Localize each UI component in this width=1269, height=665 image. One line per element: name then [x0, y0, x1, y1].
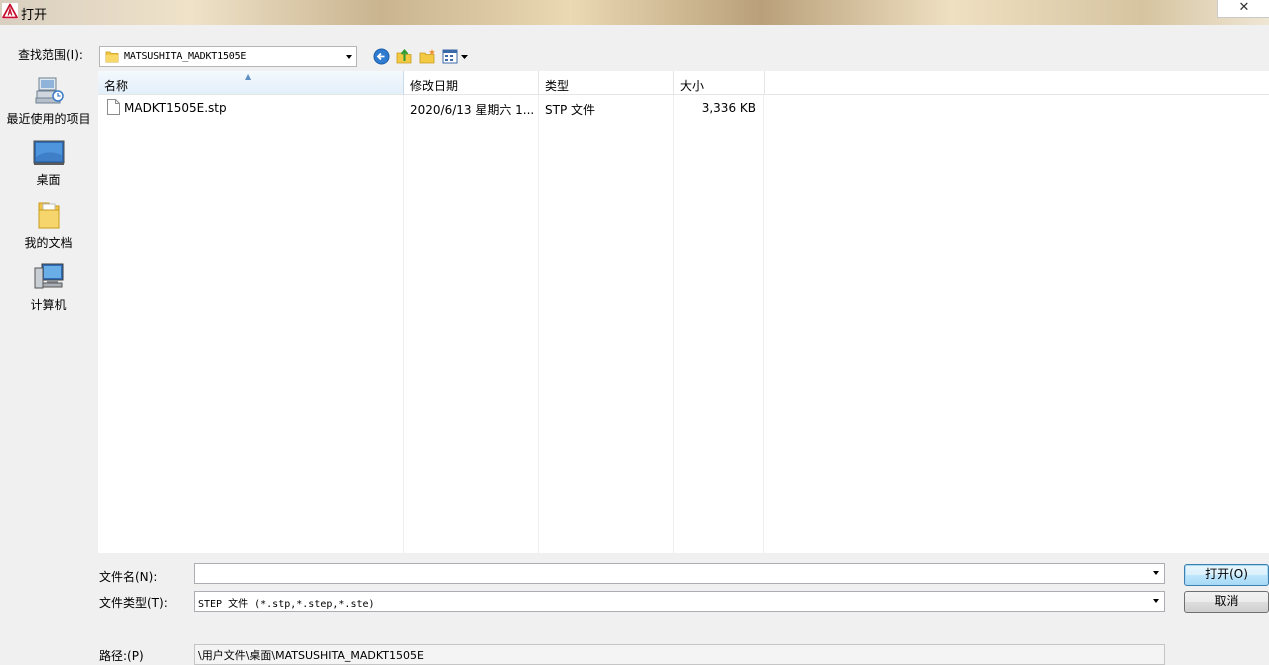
look-in-value: MATSUSHITA_MADKT1505E	[124, 51, 247, 62]
open-button[interactable]: 打开(O)	[1184, 564, 1269, 586]
window-title: 打开	[21, 8, 48, 23]
cancel-button-label: 取消	[1214, 594, 1239, 608]
filename-input[interactable]	[194, 563, 1165, 584]
place-desktop-label: 桌面	[36, 173, 61, 187]
column-header-name[interactable]: 名称 ▲	[98, 71, 404, 95]
look-in-dropdown[interactable]: MATSUSHITA_MADKT1505E	[99, 46, 357, 67]
column-type-label: 类型	[545, 79, 570, 93]
filetype-dropdown[interactable]: STEP 文件 (*.stp,*.step,*.ste)	[194, 591, 1165, 612]
path-value: \用户文件\桌面\MATSUSHITA_MADKT1505E	[198, 649, 424, 662]
desktop-icon	[33, 140, 64, 165]
column-size-label: 大小	[680, 79, 705, 93]
file-name[interactable]: MADKT1505E.stp	[124, 101, 227, 115]
filetype-value: STEP 文件 (*.stp,*.step,*.ste)	[198, 599, 375, 610]
close-icon: ✕	[1238, 0, 1250, 15]
column-divider	[403, 95, 404, 553]
app-warning-icon	[2, 3, 18, 19]
close-button[interactable]: ✕	[1217, 0, 1269, 18]
place-documents[interactable]: 我的文档	[0, 200, 97, 251]
look-in-label: 查找范围(I):	[18, 48, 83, 62]
recent-items-icon	[35, 77, 64, 104]
path-label: 路径:(P)	[99, 649, 144, 663]
filename-label: 文件名(N):	[99, 570, 158, 584]
view-menu-icon[interactable]	[442, 48, 470, 65]
column-header-type[interactable]: 类型	[539, 71, 674, 95]
place-computer[interactable]: 计算机	[0, 262, 97, 313]
file-type: STP 文件	[545, 103, 595, 117]
open-button-label: 打开(O)	[1205, 567, 1248, 581]
column-divider	[673, 95, 674, 553]
column-modified-label: 修改日期	[410, 79, 459, 93]
column-header-modified[interactable]: 修改日期	[404, 71, 539, 95]
back-icon[interactable]	[373, 48, 390, 65]
column-divider	[538, 95, 539, 553]
file-list[interactable]: 名称 ▲ 修改日期 类型 大小 MADKT1505E.stp 2020/6/13…	[98, 71, 1269, 553]
chevron-down-icon	[1153, 599, 1159, 603]
chevron-down-icon	[346, 55, 352, 59]
file-icon	[107, 99, 120, 115]
filetype-label: 文件类型(T):	[99, 596, 168, 610]
computer-icon	[34, 263, 63, 289]
new-folder-icon[interactable]	[419, 48, 436, 65]
column-divider	[763, 95, 764, 553]
places-bar: 最近使用的项目 桌面 我的文档 计算机	[0, 71, 97, 629]
file-modified: 2020/6/13 星期六 1...	[410, 103, 535, 117]
place-documents-label: 我的文档	[24, 236, 73, 250]
file-size: 3,336 KB	[701, 101, 756, 115]
chevron-down-icon	[1153, 571, 1159, 575]
place-computer-label: 计算机	[30, 298, 67, 312]
documents-icon	[38, 202, 59, 229]
up-folder-icon[interactable]	[396, 48, 413, 65]
folder-icon	[105, 51, 119, 63]
place-recent[interactable]: 最近使用的项目	[0, 76, 97, 127]
place-desktop[interactable]: 桌面	[0, 139, 97, 188]
column-header-filler	[765, 71, 1269, 95]
column-header-size[interactable]: 大小	[674, 71, 765, 95]
column-name-label: 名称	[104, 79, 129, 93]
sort-ascending-icon: ▲	[245, 72, 252, 81]
place-recent-label: 最近使用的项目	[6, 112, 91, 126]
title-bar: 打开 ✕	[0, 0, 1269, 25]
cancel-button[interactable]: 取消	[1184, 591, 1269, 613]
